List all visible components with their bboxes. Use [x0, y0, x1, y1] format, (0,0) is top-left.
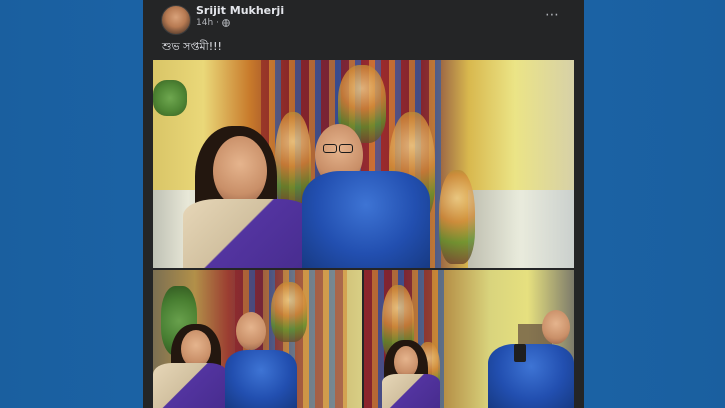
post-time[interactable]: 14h — [196, 18, 213, 28]
man-glasses-right — [339, 144, 353, 153]
meta-separator: · — [216, 18, 220, 28]
man-glasses-left — [323, 144, 337, 153]
more-options-icon[interactable]: ⋯ — [545, 7, 560, 23]
facebook-post-card: Srijit Mukherji 14h · ⋯ শুভ সপ্তমী!!! — [143, 0, 584, 408]
avatar[interactable] — [161, 5, 191, 35]
man-kurta-shape — [302, 171, 430, 268]
phone-shape — [514, 344, 526, 362]
post-photo-bottom-right[interactable] — [364, 270, 574, 408]
idol-image-2 — [271, 282, 307, 342]
man-kurta-shape-2 — [225, 350, 297, 408]
photographer-face-shape — [542, 310, 570, 344]
wall-tile-right — [468, 190, 574, 268]
post-meta: 14h · — [196, 18, 230, 28]
man-face-shape-2 — [236, 312, 266, 350]
page-background: Srijit Mukherji 14h · ⋯ শুভ সপ্তমী!!! — [0, 0, 725, 408]
woman-saree-shape — [183, 199, 313, 268]
globe-icon[interactable] — [222, 19, 230, 27]
post-author[interactable]: Srijit Mukherji — [196, 4, 284, 17]
photographer-shirt-shape — [488, 344, 574, 408]
idol-right-image — [439, 170, 475, 264]
post-caption: শুভ সপ্তমী!!! — [162, 40, 222, 53]
post-photo-bottom-left[interactable] — [153, 270, 362, 408]
post-photo-main[interactable] — [153, 60, 574, 268]
plant-image — [153, 80, 187, 116]
woman-saree-shape-3 — [382, 374, 440, 408]
woman-saree-shape-2 — [153, 363, 228, 408]
woman-face-shape — [213, 136, 267, 206]
